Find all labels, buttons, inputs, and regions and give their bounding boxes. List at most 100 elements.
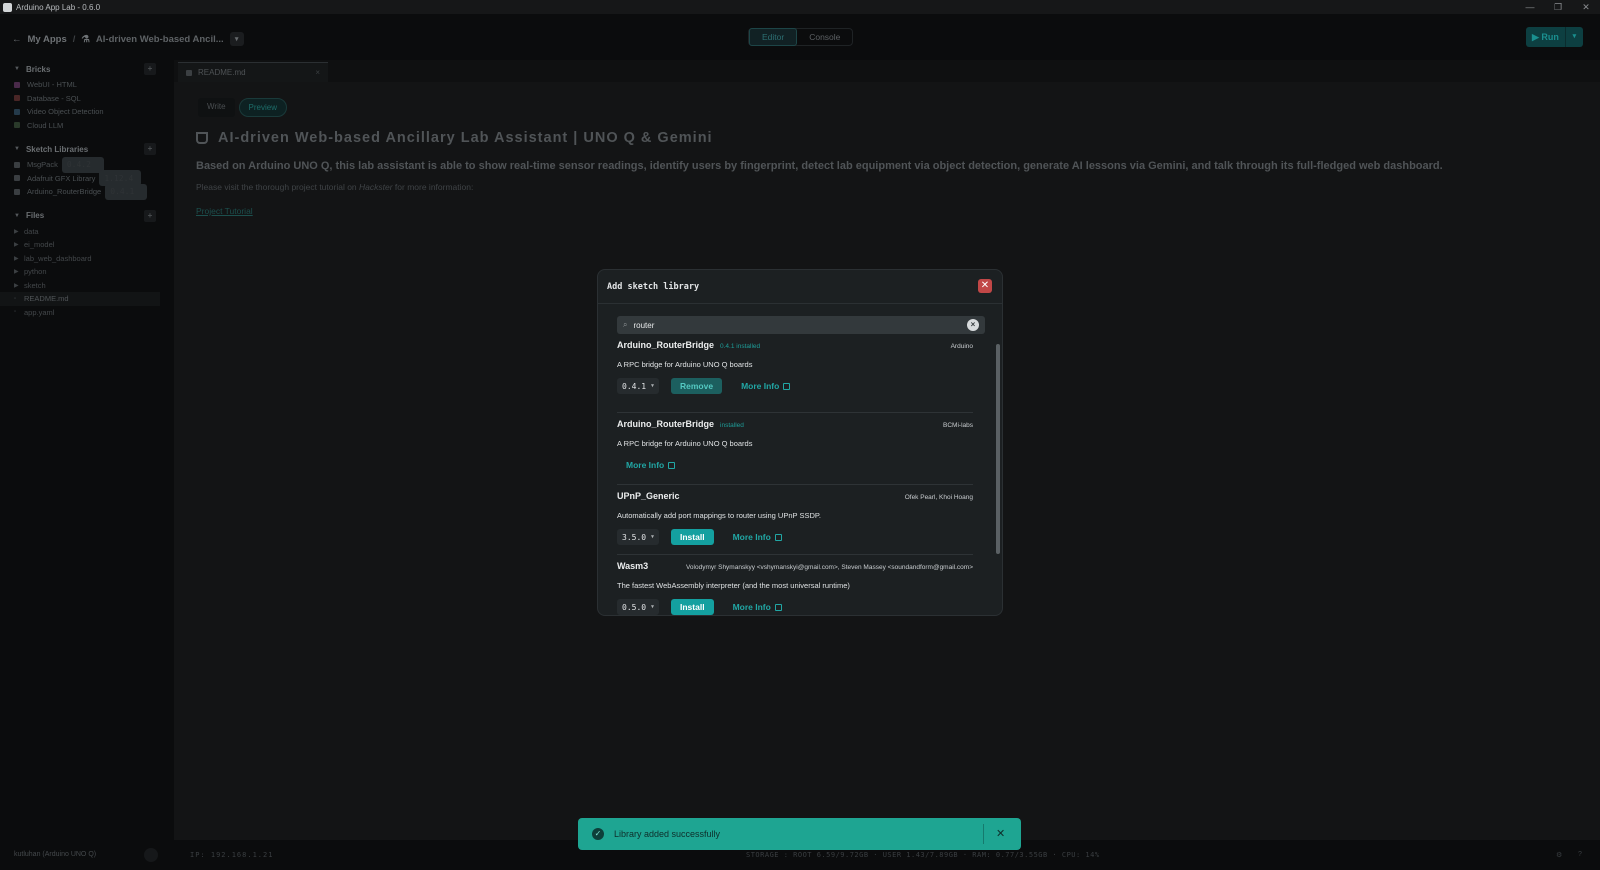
library-name: Arduino_RouterBridge: [617, 340, 715, 350]
window-close-button[interactable]: ✕: [1572, 2, 1600, 13]
version-select[interactable]: 0.5.0 ▼: [617, 599, 659, 615]
folder-item[interactable]: ▶ ei_model: [0, 238, 166, 252]
flask-icon: [196, 132, 208, 144]
readme-heading-text: AI-driven Web-based Ancillary Lab Assist…: [218, 130, 713, 146]
library-name: UPnP_Generic: [617, 491, 680, 501]
folder-chevron-icon: ▶: [14, 228, 19, 235]
libraries-title: Sketch Libraries: [25, 144, 89, 154]
readme-note: Please visit the thorough project tutori…: [196, 182, 1576, 192]
flask-icon: ⚗: [81, 33, 90, 45]
sidebar-item-library[interactable]: Adafruit GFX Library 1.12.4: [0, 170, 166, 187]
note-text-end: for more information:: [392, 182, 474, 192]
file-item-app-yaml[interactable]: ▫ app.yaml: [0, 306, 166, 320]
run-button[interactable]: ▶ Run: [1526, 32, 1565, 43]
dismiss-toast-icon[interactable]: ✕: [996, 827, 1005, 840]
breadcrumb: ← My Apps / ⚗ AI-driven Web-based Ancil.…: [12, 32, 244, 46]
help-icon[interactable]: ?: [1578, 851, 1582, 858]
close-tab-icon[interactable]: ×: [315, 68, 320, 77]
toast-message: Library added successfully: [614, 829, 721, 839]
add-brick-button[interactable]: +: [144, 63, 156, 75]
back-arrow-icon[interactable]: ←: [12, 34, 22, 45]
library-search-input[interactable]: [633, 320, 967, 330]
breadcrumb-separator: /: [72, 33, 76, 45]
collapse-triangle-icon: ▼: [14, 146, 20, 152]
run-button-group: ▶ Run ▾: [1526, 27, 1583, 47]
clear-search-icon[interactable]: ×: [967, 319, 979, 331]
add-file-button[interactable]: +: [144, 209, 156, 222]
sidebar-item-brick[interactable]: Video Object Detection: [0, 105, 166, 119]
version-select[interactable]: 0.4.1 ▼: [617, 378, 659, 394]
chevron-down-icon: ▼: [650, 534, 654, 540]
files-title: Files: [25, 211, 45, 220]
library-author: BCMi-labs: [943, 422, 973, 429]
run-options-chevron-icon[interactable]: ▾: [1564, 27, 1583, 47]
note-text: Please visit the thorough project tutori…: [196, 182, 360, 192]
settings-icon[interactable]: ⚙: [1556, 851, 1562, 859]
more-info-link[interactable]: More Info: [741, 381, 791, 391]
folder-item[interactable]: ▶ python: [0, 265, 166, 279]
toast-divider: [983, 824, 984, 844]
brick-icon: [14, 108, 20, 115]
install-button[interactable]: Install: [671, 529, 714, 545]
external-link-icon: [774, 603, 782, 611]
device-stats: STORAGE : ROOT 6.59/9.72GB · USER 1.43/7…: [746, 851, 1100, 859]
folder-item[interactable]: ▶ sketch: [0, 279, 166, 293]
more-info-label: More Info: [732, 602, 771, 612]
folder-item[interactable]: ▶ data: [0, 225, 166, 239]
file-icon: ▫: [14, 309, 17, 316]
board-selector[interactable]: kutluhan (Arduino UNO Q): [14, 851, 96, 858]
files-section-header[interactable]: ▼ Files +: [0, 207, 166, 225]
libraries-section-header[interactable]: ▼ Sketch Libraries +: [0, 140, 166, 158]
results-scrollbar[interactable]: [996, 344, 1000, 554]
dialog-header: Add sketch library: [598, 270, 1002, 304]
collapse-triangle-icon: ▼: [14, 212, 20, 219]
file-item-readme[interactable]: ▫ README.md: [0, 292, 160, 306]
folder-label: python: [24, 267, 47, 277]
brick-label: WebUI - HTML: [27, 80, 77, 90]
window-title: Arduino App Lab - 0.6.0: [16, 2, 101, 12]
folder-item[interactable]: ▶ lab_web_dashboard: [0, 252, 166, 266]
external-link-icon: [774, 533, 782, 541]
library-name: Wasm3: [617, 561, 649, 571]
sidebar-item-brick[interactable]: Cloud LLM: [0, 119, 166, 133]
installed-badge: installed: [720, 422, 744, 429]
more-info-label: More Info: [732, 532, 771, 542]
book-icon: [14, 161, 20, 168]
sidebar-item-library[interactable]: Arduino_RouterBridge 0.4.1: [0, 183, 166, 200]
file-label: app.yaml: [24, 307, 55, 317]
sidebar-item-library[interactable]: MsgPack 0.4.2: [0, 156, 166, 173]
library-name: Arduino_RouterBridge: [27, 187, 102, 197]
bricks-section-header[interactable]: ▼ Bricks +: [0, 60, 166, 78]
more-info-link[interactable]: More Info: [626, 460, 676, 470]
divider: [617, 484, 973, 485]
version-value: 0.5.0: [622, 602, 647, 612]
version-select[interactable]: 3.5.0 ▼: [617, 529, 659, 545]
minimize-button[interactable]: —: [1516, 2, 1544, 12]
dialog-close-button[interactable]: ✕: [978, 279, 992, 293]
app-menu-dropdown[interactable]: ▾: [229, 32, 244, 46]
preview-tab[interactable]: Preview: [238, 98, 287, 117]
my-apps-link[interactable]: My Apps: [28, 34, 67, 45]
maximize-button[interactable]: ❐: [1544, 2, 1572, 13]
project-tutorial-link[interactable]: Project Tutorial: [196, 206, 1576, 216]
install-button[interactable]: Install: [671, 599, 714, 615]
list-item: Wasm3 Volodymyr Shymanskyy <vshymanskyi@…: [617, 561, 973, 615]
tab-console[interactable]: Console: [797, 29, 852, 45]
tab-editor[interactable]: Editor: [749, 28, 798, 46]
brick-label: Database - SQL: [27, 93, 81, 103]
connection-status-icon[interactable]: [144, 848, 158, 862]
write-tab[interactable]: Write: [198, 98, 235, 117]
brick-icon: [14, 122, 20, 129]
more-info-link[interactable]: More Info: [733, 532, 782, 542]
library-author: Volodymyr Shymanskyy <vshymanskyi@gmail.…: [685, 564, 973, 571]
collapse-triangle-icon: ▼: [14, 66, 20, 72]
add-library-button[interactable]: +: [144, 143, 156, 155]
sidebar-item-brick[interactable]: WebUI - HTML: [0, 78, 166, 92]
dialog-title: Add sketch library: [607, 281, 700, 292]
remove-button[interactable]: Remove: [671, 378, 723, 394]
sidebar-item-brick[interactable]: Database - SQL: [0, 92, 166, 106]
brick-icon: [14, 81, 20, 88]
more-info-link[interactable]: More Info: [733, 602, 782, 612]
tab-readme[interactable]: README.md ×: [178, 62, 328, 82]
list-item: Arduino_RouterBridge 0.4.1 installed Ard…: [617, 340, 973, 394]
